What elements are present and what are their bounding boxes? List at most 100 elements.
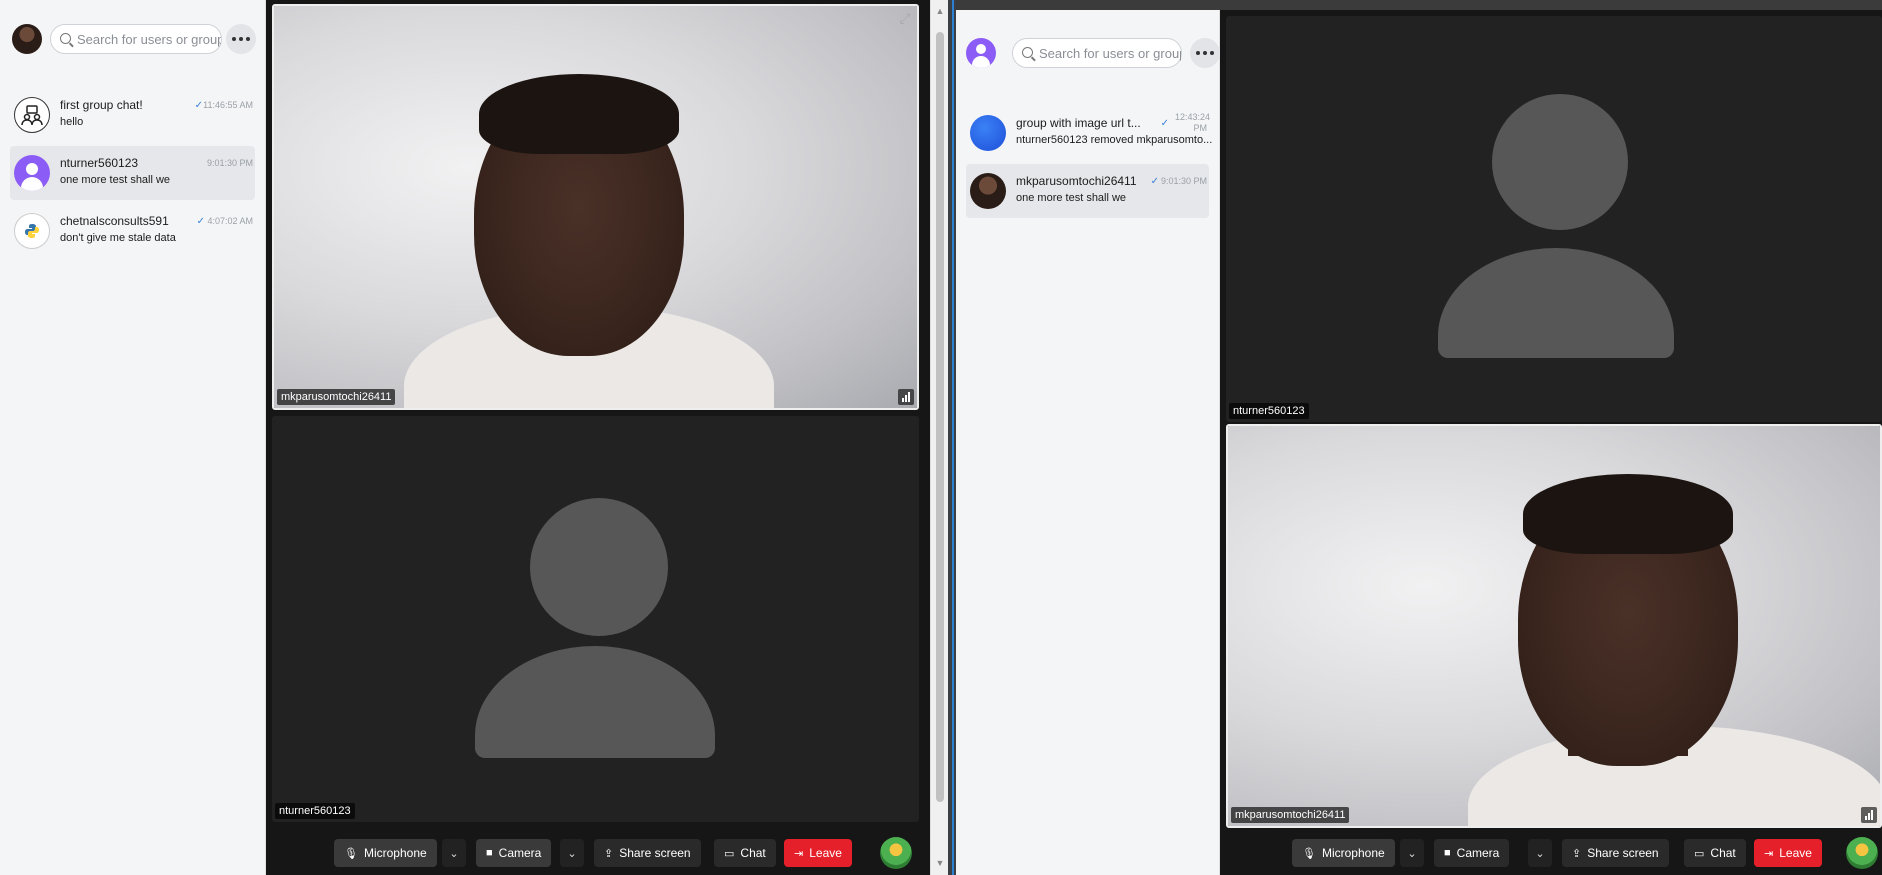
camera-button[interactable]: ■ Camera xyxy=(476,839,552,867)
search-input[interactable] xyxy=(77,31,221,47)
search-box[interactable] xyxy=(1012,38,1182,68)
participant-name-tag: mkparusomtochi26411 xyxy=(1231,807,1350,823)
share-screen-button[interactable]: ⇪ Share screen xyxy=(594,839,701,867)
conversation-name: mkparusomtochi26411 xyxy=(1016,174,1137,188)
signal-strength-icon xyxy=(898,389,914,405)
conversation-item[interactable]: nturner560123 one more test shall we 9:0… xyxy=(10,146,255,200)
microphone-label: Microphone xyxy=(1321,846,1385,860)
participant-tile[interactable]: nturner560123 xyxy=(272,416,919,822)
search-input[interactable] xyxy=(1039,45,1181,61)
user-avatar[interactable] xyxy=(1846,837,1878,869)
expand-icon[interactable]: ⤢ xyxy=(896,9,914,27)
camera-options-button[interactable]: ⌄ xyxy=(1528,839,1552,867)
camera-label: Camera xyxy=(1456,846,1500,860)
participant-tile[interactable]: mkparusomtochi26411 xyxy=(1226,424,1882,828)
share-screen-icon: ⇪ xyxy=(1572,847,1582,860)
user-placeholder-body xyxy=(475,646,715,758)
conversation-time: 9:01:30 PM xyxy=(206,158,253,168)
user-placeholder-icon xyxy=(530,498,668,636)
scroll-down-arrow-icon[interactable]: ▼ xyxy=(935,858,945,868)
call-controls-bar: 🎙 Microphone ⌄ ■ Camera ⌄ ⇪ Share screen ▭ C… xyxy=(1220,831,1882,875)
camera-button[interactable]: ■ Camera xyxy=(1434,839,1510,867)
camera-icon: ■ xyxy=(486,847,493,859)
user-placeholder-avatar xyxy=(14,155,50,191)
chat-label: Chat xyxy=(740,846,766,860)
leave-label: Leave xyxy=(1779,846,1812,860)
microphone-icon: 🎙 xyxy=(1302,847,1316,860)
signal-strength-icon xyxy=(1861,807,1877,823)
search-box[interactable] xyxy=(50,24,222,54)
current-user-avatar[interactable] xyxy=(966,38,996,68)
leave-button[interactable]: ⇥ Leave xyxy=(784,839,852,867)
microphone-label: Microphone xyxy=(363,846,427,860)
left-app-window: first group chat! hello ✓ 11:46:55 AM nt… xyxy=(0,0,948,875)
scroll-thumb[interactable] xyxy=(936,32,944,802)
video-call-area: nturner560123 mkparusomtochi26411 🎙 Micro… xyxy=(1220,10,1882,875)
participant-name-tag: mkparusomtochi26411 xyxy=(277,389,396,405)
chat-icon: ▭ xyxy=(1694,847,1705,860)
chat-button[interactable]: ▭ Chat xyxy=(1684,839,1746,867)
more-options-button[interactable] xyxy=(1190,38,1220,68)
conversation-time: 12:43:24 PM xyxy=(1175,112,1211,133)
read-check-icon: ✓ xyxy=(1150,176,1159,187)
scroll-up-arrow-icon[interactable]: ▲ xyxy=(935,6,945,16)
window-divider xyxy=(948,0,956,875)
conversation-name: chetnalsconsults591 xyxy=(60,214,169,228)
user-placeholder-body xyxy=(1438,248,1674,358)
microphone-button[interactable]: 🎙 Microphone xyxy=(334,839,437,867)
user-photo-avatar xyxy=(970,173,1006,209)
scrollbar[interactable]: ▲ ▼ xyxy=(930,0,948,875)
more-options-button[interactable] xyxy=(226,24,256,54)
conversation-last-message: one more test shall we xyxy=(60,174,171,186)
conversation-last-message: don't give me stale data xyxy=(60,232,176,244)
window-top-strip xyxy=(956,0,1882,10)
conversation-time: 9:01:30 PM xyxy=(1160,176,1207,186)
participant-tile[interactable]: nturner560123 xyxy=(1226,16,1882,422)
right-app-window: group with image url t... nturner560123 … xyxy=(956,10,1882,875)
conversation-item[interactable]: group with image url t... nturner560123 … xyxy=(966,106,1212,160)
conversation-time: 11:46:55 AM xyxy=(203,100,253,110)
read-check-icon: ✓ xyxy=(194,100,203,111)
conversation-name: first group chat! xyxy=(60,98,143,112)
microphone-options-button[interactable]: ⌄ xyxy=(442,839,466,867)
participant-tile[interactable]: ⤢ mkparusomtochi26411 xyxy=(272,4,919,410)
current-user-avatar[interactable] xyxy=(12,24,42,54)
search-icon xyxy=(60,33,71,44)
group-icon xyxy=(14,97,50,133)
chat-label: Chat xyxy=(1710,846,1736,860)
conversation-item[interactable]: mkparusomtochi26411 one more test shall … xyxy=(966,164,1209,218)
read-check-icon: ✓ xyxy=(1160,118,1169,129)
sidebar-header xyxy=(10,22,256,56)
group-avatar xyxy=(970,115,1006,151)
camera-options-button[interactable]: ⌄ xyxy=(560,839,584,867)
chat-sidebar: first group chat! hello ✓ 11:46:55 AM nt… xyxy=(0,0,266,875)
leave-icon: ⇥ xyxy=(794,847,804,860)
read-check-icon: ✓ xyxy=(196,216,205,227)
participant-video xyxy=(274,6,917,408)
share-screen-icon: ⇪ xyxy=(604,847,614,860)
conversation-name: nturner560123 xyxy=(60,156,139,170)
participant-name-tag: nturner560123 xyxy=(275,803,355,819)
chat-button[interactable]: ▭ Chat xyxy=(714,839,776,867)
video-call-area: ⤢ mkparusomtochi26411 nturner560123 🎙 Mic… xyxy=(266,0,930,875)
user-placeholder-icon xyxy=(1492,94,1628,230)
leave-label: Leave xyxy=(809,846,842,860)
leave-icon: ⇥ xyxy=(1764,847,1774,860)
microphone-icon: 🎙 xyxy=(344,847,358,860)
search-icon xyxy=(1022,47,1033,58)
participant-video xyxy=(1228,426,1880,826)
leave-button[interactable]: ⇥ Leave xyxy=(1754,839,1822,867)
microphone-button[interactable]: 🎙 Microphone xyxy=(1292,839,1395,867)
conversation-item[interactable]: first group chat! hello ✓ 11:46:55 AM xyxy=(10,88,255,142)
microphone-options-button[interactable]: ⌄ xyxy=(1400,839,1424,867)
conversation-last-message: nturner560123 removed mkparusomto... xyxy=(1016,134,1212,146)
conversation-name: group with image url t... xyxy=(1016,116,1141,130)
user-avatar[interactable] xyxy=(880,837,912,869)
python-logo-icon xyxy=(14,213,50,249)
camera-off-icon: ■ xyxy=(1444,847,1451,859)
camera-label: Camera xyxy=(498,846,542,860)
sidebar-header xyxy=(966,36,1220,70)
share-screen-button[interactable]: ⇪ Share screen xyxy=(1562,839,1669,867)
call-controls-bar: 🎙 Microphone ⌄ ■ Camera ⌄ ⇪ Share screen ▭ C… xyxy=(266,831,930,875)
conversation-item[interactable]: chetnalsconsults591 don't give me stale … xyxy=(10,204,255,258)
